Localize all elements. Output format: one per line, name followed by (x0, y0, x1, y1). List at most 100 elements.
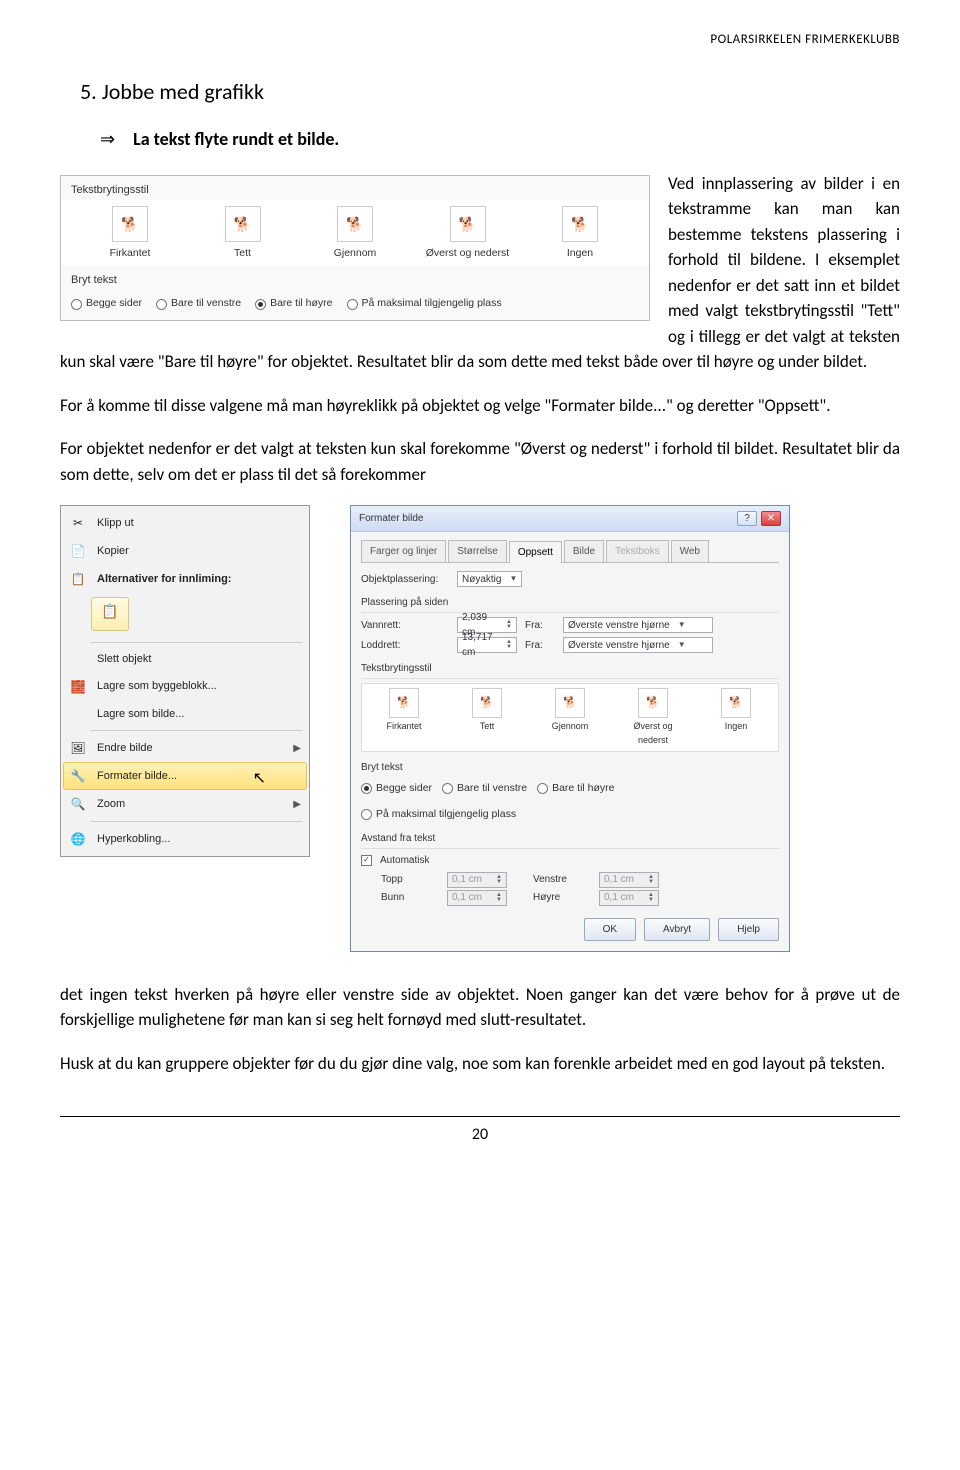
wrap-icon-tight: 🐕 (225, 206, 261, 242)
wrap-style-item[interactable]: 🐕 Ingen (535, 206, 625, 262)
menu-zoom[interactable]: 🔍Zoom▶ (63, 790, 307, 818)
object-placement-row: Objektplassering: Nøyaktig▼ (361, 571, 779, 587)
auto-label: Automatisk (380, 853, 429, 868)
chevron-right-icon: ▶ (293, 797, 301, 812)
dlg-wrap-square[interactable]: 🐕Firkantet (372, 688, 436, 747)
menu-cut[interactable]: ✂Klipp ut (63, 509, 307, 537)
chevron-down-icon: ▼ (509, 573, 517, 585)
image-icon: 🖼 (69, 739, 87, 757)
menu-separator (91, 642, 303, 643)
wrap-label: Gjennom (334, 246, 377, 262)
from-combo-h[interactable]: Øverste venstre hjørne▼ (563, 617, 713, 633)
close-button[interactable]: ✕ (761, 511, 781, 526)
context-menu: ✂Klipp ut 📄Kopier 📋Alternativer for innl… (60, 505, 310, 857)
chevron-right-icon: ▶ (293, 741, 301, 756)
cursor-icon: ↖ (253, 767, 266, 791)
menu-change-image[interactable]: 🖼Endre bilde▶ (63, 734, 307, 762)
radio-right-only[interactable]: Bare til høyre (255, 296, 332, 312)
menu-save-building-block[interactable]: 🧱Lagre som byggeblokk... (63, 673, 307, 701)
dialog-body: Farger og linjer Størrelse Oppsett Bilde… (351, 532, 789, 951)
menu-format-image[interactable]: 🔧Formater bilde... ↖ (63, 762, 307, 790)
dlg-wrap-styles: 🐕Firkantet 🐕Tett 🐕Gjennom 🐕Øverst og ned… (361, 683, 779, 752)
tab-image[interactable]: Bilde (564, 540, 604, 562)
dlg-wrap-topbottom[interactable]: 🐕Øverst og nederst (621, 688, 685, 747)
menu-save-as-image[interactable]: Lagre som bilde... (63, 701, 307, 728)
paste-option-button[interactable]: 📋 (91, 597, 129, 631)
object-placement-combo[interactable]: Nøyaktig▼ (457, 571, 522, 587)
break-text-options: Begge sider Bare til venstre Bare til hø… (61, 290, 649, 320)
wrap-style-item[interactable]: 🐕 Tett (198, 206, 288, 262)
scissors-icon: ✂ (69, 514, 87, 532)
tab-textbox: Tekstboks (606, 540, 668, 562)
vertical-input[interactable]: 13,717 cm▲▼ (457, 637, 517, 653)
dlg-wrap-none[interactable]: 🐕Ingen (704, 688, 768, 747)
dist-right: 0,1 cm▲▼ (599, 890, 659, 906)
from-combo-v[interactable]: Øverste venstre hjørne▼ (563, 637, 713, 653)
auto-checkbox[interactable]: ✓ (361, 855, 372, 866)
page-placement-group: Plassering på siden (361, 595, 779, 613)
dist-bottom: 0,1 cm▲▼ (447, 890, 507, 906)
cancel-button[interactable]: Avbryt (644, 918, 710, 941)
magnifier-icon: 🔍 (69, 795, 87, 813)
wrap-style-item[interactable]: 🐕 Firkantet (85, 206, 175, 262)
dlg-radio-largest[interactable]: På maksimal tilgjengelig plass (361, 807, 516, 823)
paragraph-5: Husk at du kan gruppere objekter før du … (60, 1051, 900, 1077)
menu-delete-object[interactable]: Slett objekt (63, 646, 307, 673)
dialog-titlebar: Formater bilde ? ✕ (351, 506, 789, 532)
dist-row-2: Bunn 0,1 cm▲▼ Høyre 0,1 cm▲▼ (361, 890, 779, 906)
wrap-style-item[interactable]: 🐕 Øverst og nederst (423, 206, 513, 262)
paste-icon: 📋 (69, 570, 87, 588)
wrap-icon-square: 🐕 (112, 206, 148, 242)
block-icon: 🧱 (69, 678, 87, 696)
paragraph-with-inset: Tekstbrytingsstil 🐕 Firkantet 🐕 Tett 🐕 G… (60, 171, 900, 393)
vertical-label: Loddrett: (361, 638, 449, 653)
wrap-label: Ingen (567, 246, 593, 262)
dist-row-1: Topp 0,1 cm▲▼ Venstre 0,1 cm▲▼ (361, 872, 779, 888)
dist-top: 0,1 cm▲▼ (447, 872, 507, 888)
figure-row: ✂Klipp ut 📄Kopier 📋Alternativer for innl… (60, 505, 900, 952)
page-number: 20 (60, 1116, 900, 1147)
dlg-wrap-tight[interactable]: 🐕Tett (455, 688, 519, 747)
help-button[interactable]: ? (737, 511, 757, 526)
arrow-icon: ⇒ (100, 126, 115, 153)
break-text-group: Bryt tekst (361, 760, 779, 777)
horizontal-row: Vannrett: 2,039 cm▲▼ Fra: Øverste venstr… (361, 617, 779, 633)
radio-largest[interactable]: På maksimal tilgjengelig plass (347, 296, 502, 312)
menu-paste-options: 📋Alternativer for innliming: (63, 565, 307, 593)
radio-both-sides[interactable]: Begge sider (71, 296, 142, 312)
dlg-break-options: Begge sider Bare til venstre Bare til hø… (361, 781, 779, 823)
break-text-title: Bryt tekst (61, 266, 649, 291)
wrap-style-group: Tekstbrytingsstil (361, 661, 779, 679)
radio-left-only[interactable]: Bare til venstre (156, 296, 241, 312)
copy-icon: 📄 (69, 542, 87, 560)
tab-size[interactable]: Størrelse (448, 540, 507, 562)
globe-icon: 🌐 (69, 830, 87, 848)
wrap-label: Tett (234, 246, 251, 262)
menu-hyperlink[interactable]: 🌐Hyperkobling... (63, 825, 307, 853)
menu-separator (91, 730, 303, 731)
menu-copy[interactable]: 📄Kopier (63, 537, 307, 565)
tab-colors[interactable]: Farger og linjer (361, 540, 446, 562)
sub-heading-row: ⇒ La tekst flyte rundt et bilde. (100, 126, 900, 153)
wrap-icon-through: 🐕 (337, 206, 373, 242)
format-image-dialog: Formater bilde ? ✕ Farger og linjer Stør… (350, 505, 790, 952)
from-label: Fra: (525, 618, 555, 633)
ok-button[interactable]: OK (584, 918, 636, 941)
tab-web[interactable]: Web (671, 540, 709, 562)
help-button[interactable]: Hjelp (718, 918, 779, 941)
auto-row: ✓ Automatisk (361, 853, 779, 868)
section-title: 5. Jobbe med grafikk (80, 75, 900, 108)
dlg-wrap-through[interactable]: 🐕Gjennom (538, 688, 602, 747)
dlg-radio-left[interactable]: Bare til venstre (442, 781, 527, 797)
dialog-title: Formater bilde (359, 511, 423, 526)
paragraph-3: For objektet nedenfor er det valgt at te… (60, 436, 900, 487)
tab-layout[interactable]: Oppsett (509, 541, 562, 563)
from-label2: Fra: (525, 638, 555, 653)
wrap-style-item[interactable]: 🐕 Gjennom (310, 206, 400, 262)
paragraph-2: For å komme til disse valgene må man høy… (60, 393, 900, 419)
object-placement-label: Objektplassering: (361, 572, 449, 587)
dlg-radio-both[interactable]: Begge sider (361, 781, 432, 797)
wrap-panel-title: Tekstbrytingsstil (61, 176, 649, 201)
menu-separator (91, 821, 303, 822)
dlg-radio-right[interactable]: Bare til høyre (537, 781, 614, 797)
